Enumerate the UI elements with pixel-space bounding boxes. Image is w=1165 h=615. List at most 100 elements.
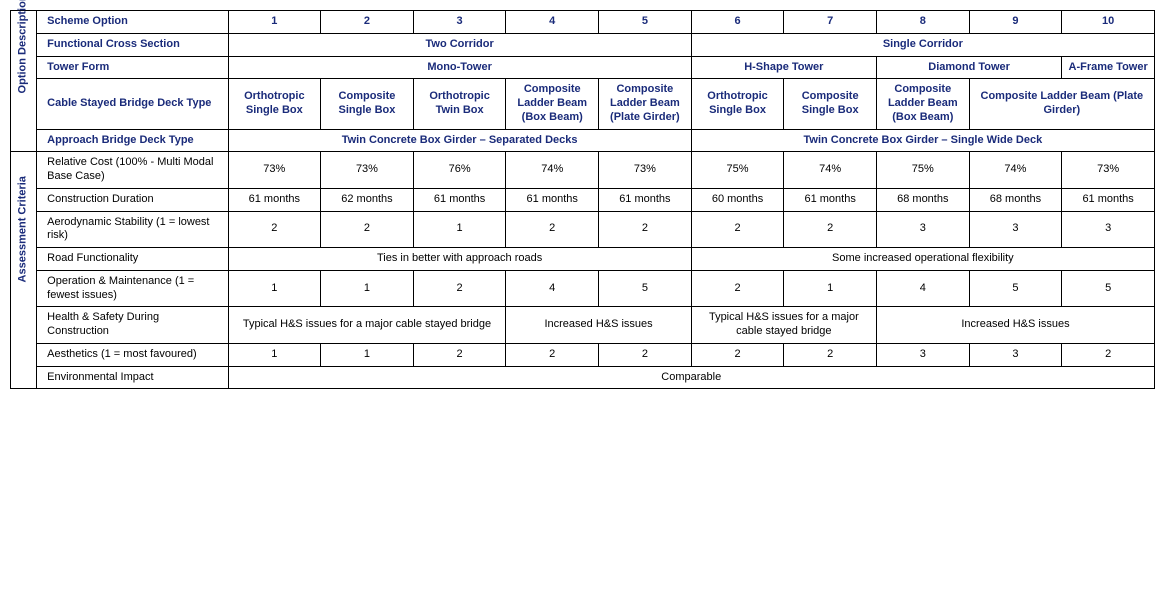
cost-6: 75% (691, 152, 784, 189)
fcs-two-corridor: Two Corridor (228, 33, 691, 56)
om-10: 5 (1062, 270, 1155, 307)
aero-9: 3 (969, 211, 1062, 248)
row-road: Road Functionality (37, 248, 228, 271)
aero-6: 2 (691, 211, 784, 248)
aero-8: 3 (876, 211, 969, 248)
hs-b: Increased H&S issues (506, 307, 691, 344)
dur-9: 68 months (969, 188, 1062, 211)
aes-10: 2 (1062, 343, 1155, 366)
dur-5: 61 months (599, 188, 692, 211)
dur-2: 62 months (321, 188, 414, 211)
cost-10: 73% (1062, 152, 1155, 189)
opt-1: 1 (228, 11, 321, 34)
om-3: 2 (413, 270, 506, 307)
aes-7: 2 (784, 343, 877, 366)
dur-8: 68 months (876, 188, 969, 211)
aero-3: 1 (413, 211, 506, 248)
aero-5: 2 (599, 211, 692, 248)
opt-9: 9 (969, 11, 1062, 34)
row-aes: Aesthetics (1 = most favoured) (37, 343, 228, 366)
options-table: Option Description Scheme Option 1 2 3 4… (10, 10, 1155, 389)
om-1: 1 (228, 270, 321, 307)
om-5: 5 (599, 270, 692, 307)
aero-4: 2 (506, 211, 599, 248)
om-8: 4 (876, 270, 969, 307)
tower-aframe: A-Frame Tower (1062, 56, 1155, 79)
aero-7: 2 (784, 211, 877, 248)
deck-4: Composite Ladder Beam (Box Beam) (506, 79, 599, 129)
row-env: Environmental Impact (37, 366, 228, 389)
row-scheme-option: Scheme Option (37, 11, 228, 34)
opt-4: 4 (506, 11, 599, 34)
cost-8: 75% (876, 152, 969, 189)
row-aero: Aerodynamic Stability (1 = lowest risk) (37, 211, 228, 248)
row-om: Operation & Maintenance (1 = fewest issu… (37, 270, 228, 307)
tower-mono: Mono-Tower (228, 56, 691, 79)
road-b: Some increased operational flexibility (691, 248, 1154, 271)
dur-6: 60 months (691, 188, 784, 211)
opt-8: 8 (876, 11, 969, 34)
deck-2: Composite Single Box (321, 79, 414, 129)
dur-1: 61 months (228, 188, 321, 211)
opt-2: 2 (321, 11, 414, 34)
deck-5: Composite Ladder Beam (Plate Girder) (599, 79, 692, 129)
side-assessment-criteria: Assessment Criteria (11, 152, 37, 389)
cost-2: 73% (321, 152, 414, 189)
aes-6: 2 (691, 343, 784, 366)
aero-2: 2 (321, 211, 414, 248)
hs-a: Typical H&S issues for a major cable sta… (228, 307, 506, 344)
approach-a: Twin Concrete Box Girder – Separated Dec… (228, 129, 691, 152)
aes-9: 3 (969, 343, 1062, 366)
om-2: 1 (321, 270, 414, 307)
aes-1: 1 (228, 343, 321, 366)
cost-9: 74% (969, 152, 1062, 189)
row-hs: Health & Safety During Construction (37, 307, 228, 344)
aes-8: 3 (876, 343, 969, 366)
row-cost: Relative Cost (100% - Multi Modal Base C… (37, 152, 228, 189)
cost-5: 73% (599, 152, 692, 189)
opt-7: 7 (784, 11, 877, 34)
dur-3: 61 months (413, 188, 506, 211)
deck-8: Composite Ladder Beam (Box Beam) (876, 79, 969, 129)
dur-7: 61 months (784, 188, 877, 211)
opt-3: 3 (413, 11, 506, 34)
aes-5: 2 (599, 343, 692, 366)
row-fcs: Functional Cross Section (37, 33, 228, 56)
cost-7: 74% (784, 152, 877, 189)
aes-2: 1 (321, 343, 414, 366)
om-9: 5 (969, 270, 1062, 307)
aero-1: 2 (228, 211, 321, 248)
road-a: Ties in better with approach roads (228, 248, 691, 271)
cost-3: 76% (413, 152, 506, 189)
row-tower: Tower Form (37, 56, 228, 79)
opt-6: 6 (691, 11, 784, 34)
tower-diamond: Diamond Tower (876, 56, 1061, 79)
aes-3: 2 (413, 343, 506, 366)
om-4: 4 (506, 270, 599, 307)
deck-7: Composite Single Box (784, 79, 877, 129)
row-duration: Construction Duration (37, 188, 228, 211)
om-6: 2 (691, 270, 784, 307)
deck-3: Orthotropic Twin Box (413, 79, 506, 129)
approach-b: Twin Concrete Box Girder – Single Wide D… (691, 129, 1154, 152)
hs-d: Increased H&S issues (876, 307, 1154, 344)
dur-10: 61 months (1062, 188, 1155, 211)
deck-1: Orthotropic Single Box (228, 79, 321, 129)
row-approach: Approach Bridge Deck Type (37, 129, 228, 152)
opt-10: 10 (1062, 11, 1155, 34)
deck-9-10: Composite Ladder Beam (Plate Girder) (969, 79, 1154, 129)
aes-4: 2 (506, 343, 599, 366)
hs-c: Typical H&S issues for a major cable sta… (691, 307, 876, 344)
om-7: 1 (784, 270, 877, 307)
cost-4: 74% (506, 152, 599, 189)
aero-10: 3 (1062, 211, 1155, 248)
row-deck: Cable Stayed Bridge Deck Type (37, 79, 228, 129)
env-all: Comparable (228, 366, 1155, 389)
side-option-description: Option Description (11, 11, 37, 152)
cost-1: 73% (228, 152, 321, 189)
tower-h: H-Shape Tower (691, 56, 876, 79)
opt-5: 5 (599, 11, 692, 34)
dur-4: 61 months (506, 188, 599, 211)
deck-6: Orthotropic Single Box (691, 79, 784, 129)
fcs-single-corridor: Single Corridor (691, 33, 1154, 56)
